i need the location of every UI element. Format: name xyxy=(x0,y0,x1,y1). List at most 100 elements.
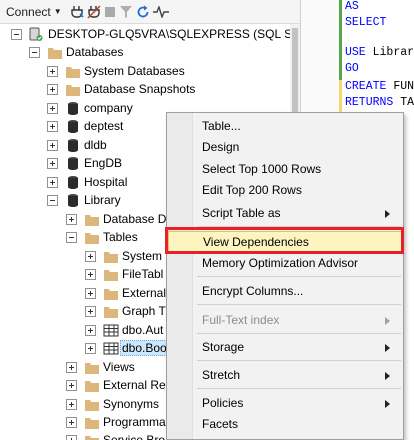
expand-toggle[interactable] xyxy=(85,306,96,317)
menu-item-label: Facets xyxy=(202,417,239,431)
expand-toggle[interactable] xyxy=(47,103,58,114)
collapse-toggle[interactable] xyxy=(47,195,58,206)
menu-item-label: Stretch xyxy=(202,368,241,382)
expand-toggle[interactable] xyxy=(66,435,77,440)
menu-item-script-table-as[interactable]: Script Table as xyxy=(168,202,402,224)
expand-toggle[interactable] xyxy=(85,251,96,262)
folder-icon xyxy=(85,436,99,440)
menu-item-select-top-1000[interactable]: Select Top 1000 Rows xyxy=(168,158,402,180)
database-snapshots-label: Database Snapshots xyxy=(84,82,196,96)
menu-item-view-dependencies[interactable]: View Dependencies xyxy=(168,231,402,253)
chevron-down-icon[interactable]: ▼ xyxy=(54,7,62,16)
menu-separator xyxy=(197,333,401,334)
deptest-label: deptest xyxy=(84,119,124,133)
folder-icon xyxy=(104,270,118,281)
expand-toggle[interactable] xyxy=(66,380,77,391)
expand-toggle[interactable] xyxy=(66,362,77,373)
refresh-icon[interactable] xyxy=(136,2,150,22)
expand-toggle[interactable] xyxy=(85,325,96,336)
menu-item-edit-top-200[interactable]: Edit Top 200 Rows xyxy=(168,179,402,201)
expand-toggle[interactable] xyxy=(85,343,96,354)
activity-icon[interactable] xyxy=(152,2,169,22)
tables-label: Tables xyxy=(103,230,138,244)
menu-item-policies[interactable]: Policies xyxy=(168,392,402,414)
expand-toggle[interactable] xyxy=(47,158,58,169)
service-broker-label: Service Bro xyxy=(103,433,166,440)
database-icon xyxy=(68,194,78,207)
database-icon xyxy=(68,157,78,170)
folder-icon xyxy=(66,85,80,96)
menu-item-label: View Dependencies xyxy=(203,235,309,249)
menu-item-storage[interactable]: Storage xyxy=(168,336,402,358)
folder-icon xyxy=(85,400,99,411)
object-explorer-toolbar: Connect ▼ xyxy=(0,0,300,24)
dbo-author-label: dbo.Aut xyxy=(122,323,164,337)
database-icon xyxy=(68,139,78,152)
server-icon xyxy=(29,27,43,41)
code-line: GO xyxy=(345,62,359,75)
system-databases-label: System Databases xyxy=(84,64,185,78)
folder-icon xyxy=(85,381,99,392)
menu-item-facets[interactable]: Facets xyxy=(168,413,402,435)
dldb-label: dldb xyxy=(84,138,107,152)
database-diagrams-label: Database Di xyxy=(103,212,170,226)
code-line: USE Librar xyxy=(345,46,414,59)
expand-toggle[interactable] xyxy=(47,121,58,132)
collapse-toggle[interactable] xyxy=(66,232,77,243)
menu-item-full-text-index: Full-Text index xyxy=(168,309,402,331)
engdb-label: EngDB xyxy=(84,156,123,170)
code-line: RETURNS TA xyxy=(345,96,414,109)
tree-node-databases[interactable]: Databases xyxy=(0,42,290,63)
dbo-book-label: dbo.Boo xyxy=(120,340,169,356)
menu-separator xyxy=(197,304,401,305)
databases-label: Databases xyxy=(66,45,124,59)
code-line: CREATE FUN xyxy=(345,80,414,93)
folder-icon xyxy=(104,252,118,263)
expand-toggle[interactable] xyxy=(85,288,96,299)
folder-icon xyxy=(85,363,99,374)
folder-icon xyxy=(104,307,118,318)
menu-item-stretch[interactable]: Stretch xyxy=(168,364,402,386)
menu-item-label: Edit Top 200 Rows xyxy=(202,183,302,197)
expand-toggle[interactable] xyxy=(47,177,58,188)
collapse-toggle[interactable] xyxy=(11,29,22,40)
filetables-label: FileTabl xyxy=(122,267,164,281)
connect-button[interactable]: Connect ▼ xyxy=(2,2,62,22)
menu-item-memory-optimization-advisor[interactable]: Memory Optimization Advisor xyxy=(168,252,402,274)
menu-separator xyxy=(197,276,401,277)
expand-toggle[interactable] xyxy=(66,399,77,410)
menu-item-label: Full-Text index xyxy=(202,313,280,327)
menu-item-label: Select Top 1000 Rows xyxy=(202,162,322,176)
table-icon xyxy=(103,342,119,355)
database-icon xyxy=(68,176,78,189)
submenu-arrow-icon xyxy=(385,317,390,325)
menu-item-encrypt-columns[interactable]: Encrypt Columns... xyxy=(168,280,402,302)
plug-icon[interactable] xyxy=(70,2,84,22)
synonyms-label: Synonyms xyxy=(103,397,160,411)
menu-item-new-table[interactable]: Table... xyxy=(168,115,402,137)
tree-node-database-snapshots[interactable]: Database Snapshots xyxy=(0,79,290,100)
menu-item-label: Storage xyxy=(202,340,245,354)
code-line: AS xyxy=(345,0,359,13)
graph-tables-label: Graph T xyxy=(122,304,166,318)
external-resources-label: External Res xyxy=(103,378,172,392)
menu-item-design[interactable]: Design xyxy=(168,136,402,158)
menu-item-label: Policies xyxy=(202,396,244,410)
expand-toggle[interactable] xyxy=(47,66,58,77)
submenu-arrow-icon xyxy=(385,400,390,408)
menu-separator xyxy=(197,388,401,389)
table-icon xyxy=(103,324,119,337)
context-menu: Table... Design Select Top 1000 Rows Edi… xyxy=(166,112,404,440)
expand-toggle[interactable] xyxy=(47,84,58,95)
collapse-toggle[interactable] xyxy=(29,47,40,58)
expand-toggle[interactable] xyxy=(85,269,96,280)
expand-toggle[interactable] xyxy=(66,214,77,225)
folder-icon xyxy=(85,233,99,244)
unplug-icon[interactable] xyxy=(87,2,101,22)
filter-icon[interactable] xyxy=(119,2,133,22)
stop-icon[interactable] xyxy=(104,2,116,22)
hospital-label: Hospital xyxy=(84,175,128,189)
views-label: Views xyxy=(103,360,135,374)
menu-item-label: Design xyxy=(202,140,240,154)
expand-toggle[interactable] xyxy=(47,140,58,151)
